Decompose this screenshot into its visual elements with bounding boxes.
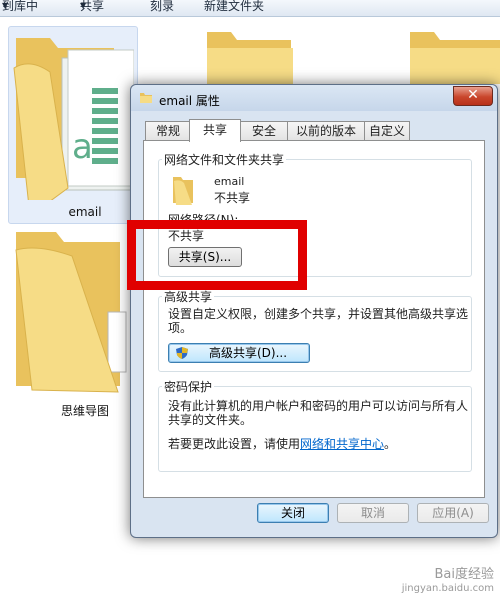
burn-button[interactable]: 刻录 (150, 0, 174, 12)
chevron-down-icon: ▼ (80, 1, 87, 10)
dialog-titlebar[interactable]: email 属性 ✕ (131, 85, 497, 111)
tab-security[interactable]: 安全 (240, 121, 288, 140)
advanced-sharing-button[interactable]: 高级共享(D)... (168, 343, 310, 363)
email-folder-label[interactable]: email (40, 205, 130, 219)
advanced-sharing-description-line1: 设置自定义权限，创建多个共享，并设置其他高级共享选 (168, 307, 469, 321)
apply-button[interactable]: 应用(A) (417, 503, 489, 523)
sharing-tab-panel: 网络文件和文件夹共享 email 不共享 网络路径(N): 不共享 共享(S).… (143, 140, 485, 498)
change-setting-text: 若要更改此设置，请使用网络和共享中心。 (168, 435, 396, 452)
email-folder-icon[interactable]: a (10, 28, 134, 200)
properties-dialog: email 属性 ✕ 常规 共享 安全 以前的版本 自定义 网络文件和文件夹共享… (130, 84, 498, 538)
advanced-sharing-description-line2: 项。 (168, 321, 193, 335)
chevron-down-icon: ▼ (2, 1, 9, 10)
password-protection-heading: 密码保护 (162, 378, 215, 395)
watermark-line2: jingyan.baidu.com (401, 583, 494, 594)
watermark-line1: Bai度经验 (434, 567, 495, 582)
mindmap-folder-icon[interactable] (12, 226, 128, 394)
network-sharing-heading: 网络文件和文件夹共享 (162, 151, 287, 168)
change-setting-prefix: 若要更改此设置，请使用 (168, 437, 301, 451)
password-description-line2: 共享的文件夹。 (168, 413, 253, 427)
network-sharing-center-link[interactable]: 网络和共享中心 (300, 437, 384, 451)
uac-shield-icon (176, 347, 188, 359)
svg-text:a: a (72, 127, 93, 167)
explorer-toolbar: 到库中 ▼ 共享 ▼ 刻录 新建文件夹 (0, 0, 500, 17)
mindmap-folder-label[interactable]: 思维导图 (40, 402, 130, 419)
new-folder-button[interactable]: 新建文件夹 (204, 0, 264, 12)
close-icon: ✕ (467, 87, 479, 103)
advanced-sharing-button-label: 高级共享(D)... (208, 346, 288, 360)
tab-strip: 常规 共享 安全 以前的版本 自定义 (143, 119, 483, 142)
cancel-button[interactable]: 取消 (337, 503, 409, 523)
dialog-title: email 属性 (159, 94, 220, 108)
shared-folder-name: email (214, 175, 245, 188)
highlight-box (127, 220, 307, 290)
change-setting-suffix: 。 (384, 437, 397, 451)
tab-previous-versions[interactable]: 以前的版本 (287, 121, 365, 140)
folder-icon (140, 93, 152, 103)
shared-folder-icon (173, 177, 193, 205)
share-status: 不共享 (214, 191, 251, 205)
advanced-sharing-heading: 高级共享 (162, 288, 215, 305)
baidu-jingyan-watermark: Bai度经验 jingyan.baidu.com (402, 568, 494, 596)
tab-general[interactable]: 常规 (145, 121, 191, 140)
folder-icon[interactable] (205, 28, 295, 84)
folder-icon[interactable] (408, 28, 500, 84)
tab-customize[interactable]: 自定义 (364, 121, 410, 140)
close-button[interactable]: ✕ (453, 86, 493, 106)
tab-sharing[interactable]: 共享 (189, 119, 241, 142)
close-dialog-button[interactable]: 关闭 (257, 503, 329, 523)
